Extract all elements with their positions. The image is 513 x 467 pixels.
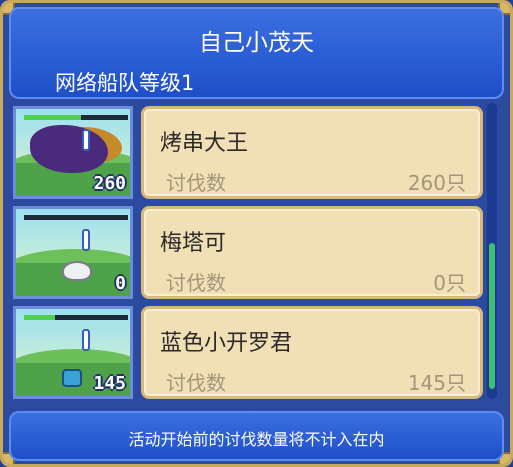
dialog-header: 自己小茂天 网络船队等级1: [9, 7, 504, 99]
dialog-frame: 自己小茂天 网络船队等级1 260 烤串大王 讨伐数 260只 0 梅塔可 讨伐…: [0, 0, 513, 467]
hp-bar: [24, 315, 128, 320]
monster-sprite: [62, 261, 92, 281]
monster-thumbnail: 145: [13, 306, 133, 399]
defeat-value: 145只: [407, 371, 466, 395]
defeat-value: 260只: [407, 171, 466, 195]
monster-card[interactable]: 蓝色小开罗君 讨伐数 145只: [141, 306, 483, 399]
list-item[interactable]: 0 梅塔可 讨伐数 0只: [9, 203, 483, 301]
alert-icon: [82, 129, 90, 151]
hp-bar: [24, 115, 128, 120]
monster-sprite: [62, 369, 82, 387]
footer-note: 活动开始前的讨伐数量将不计入在内: [128, 430, 385, 449]
hp-bar: [24, 215, 128, 220]
hp-bar-fill: [24, 315, 56, 320]
page-title: 自己小茂天: [199, 30, 314, 56]
monster-thumbnail: 260: [13, 106, 133, 199]
list-item[interactable]: 145 蓝色小开罗君 讨伐数 145只: [9, 303, 483, 401]
defeat-count-badge: 260: [93, 173, 126, 194]
scrollbar-thumb[interactable]: [489, 243, 495, 389]
alert-icon: [82, 229, 90, 251]
monster-name: 梅塔可: [160, 231, 227, 256]
list-item[interactable]: 260 烤串大王 讨伐数 260只: [9, 103, 483, 201]
footer-notice: 活动开始前的讨伐数量将不计入在内: [9, 411, 504, 461]
hp-bar-fill: [24, 115, 82, 120]
alert-icon: [82, 329, 90, 351]
monster-name: 蓝色小开罗君: [160, 331, 293, 356]
monster-card[interactable]: 烤串大王 讨伐数 260只: [141, 106, 483, 199]
monster-name: 烤串大王: [160, 131, 249, 156]
monster-card[interactable]: 梅塔可 讨伐数 0只: [141, 206, 483, 299]
scrollbar[interactable]: [487, 103, 497, 399]
defeat-count-badge: 0: [115, 273, 126, 294]
defeat-count-badge: 145: [93, 373, 126, 394]
fleet-level-label: 网络船队等级1: [55, 71, 195, 95]
defeat-label: 讨伐数: [166, 371, 226, 395]
defeat-label: 讨伐数: [166, 171, 226, 195]
defeat-label: 讨伐数: [166, 271, 226, 295]
defeat-value: 0只: [433, 271, 466, 295]
monster-thumbnail: 0: [13, 206, 133, 299]
